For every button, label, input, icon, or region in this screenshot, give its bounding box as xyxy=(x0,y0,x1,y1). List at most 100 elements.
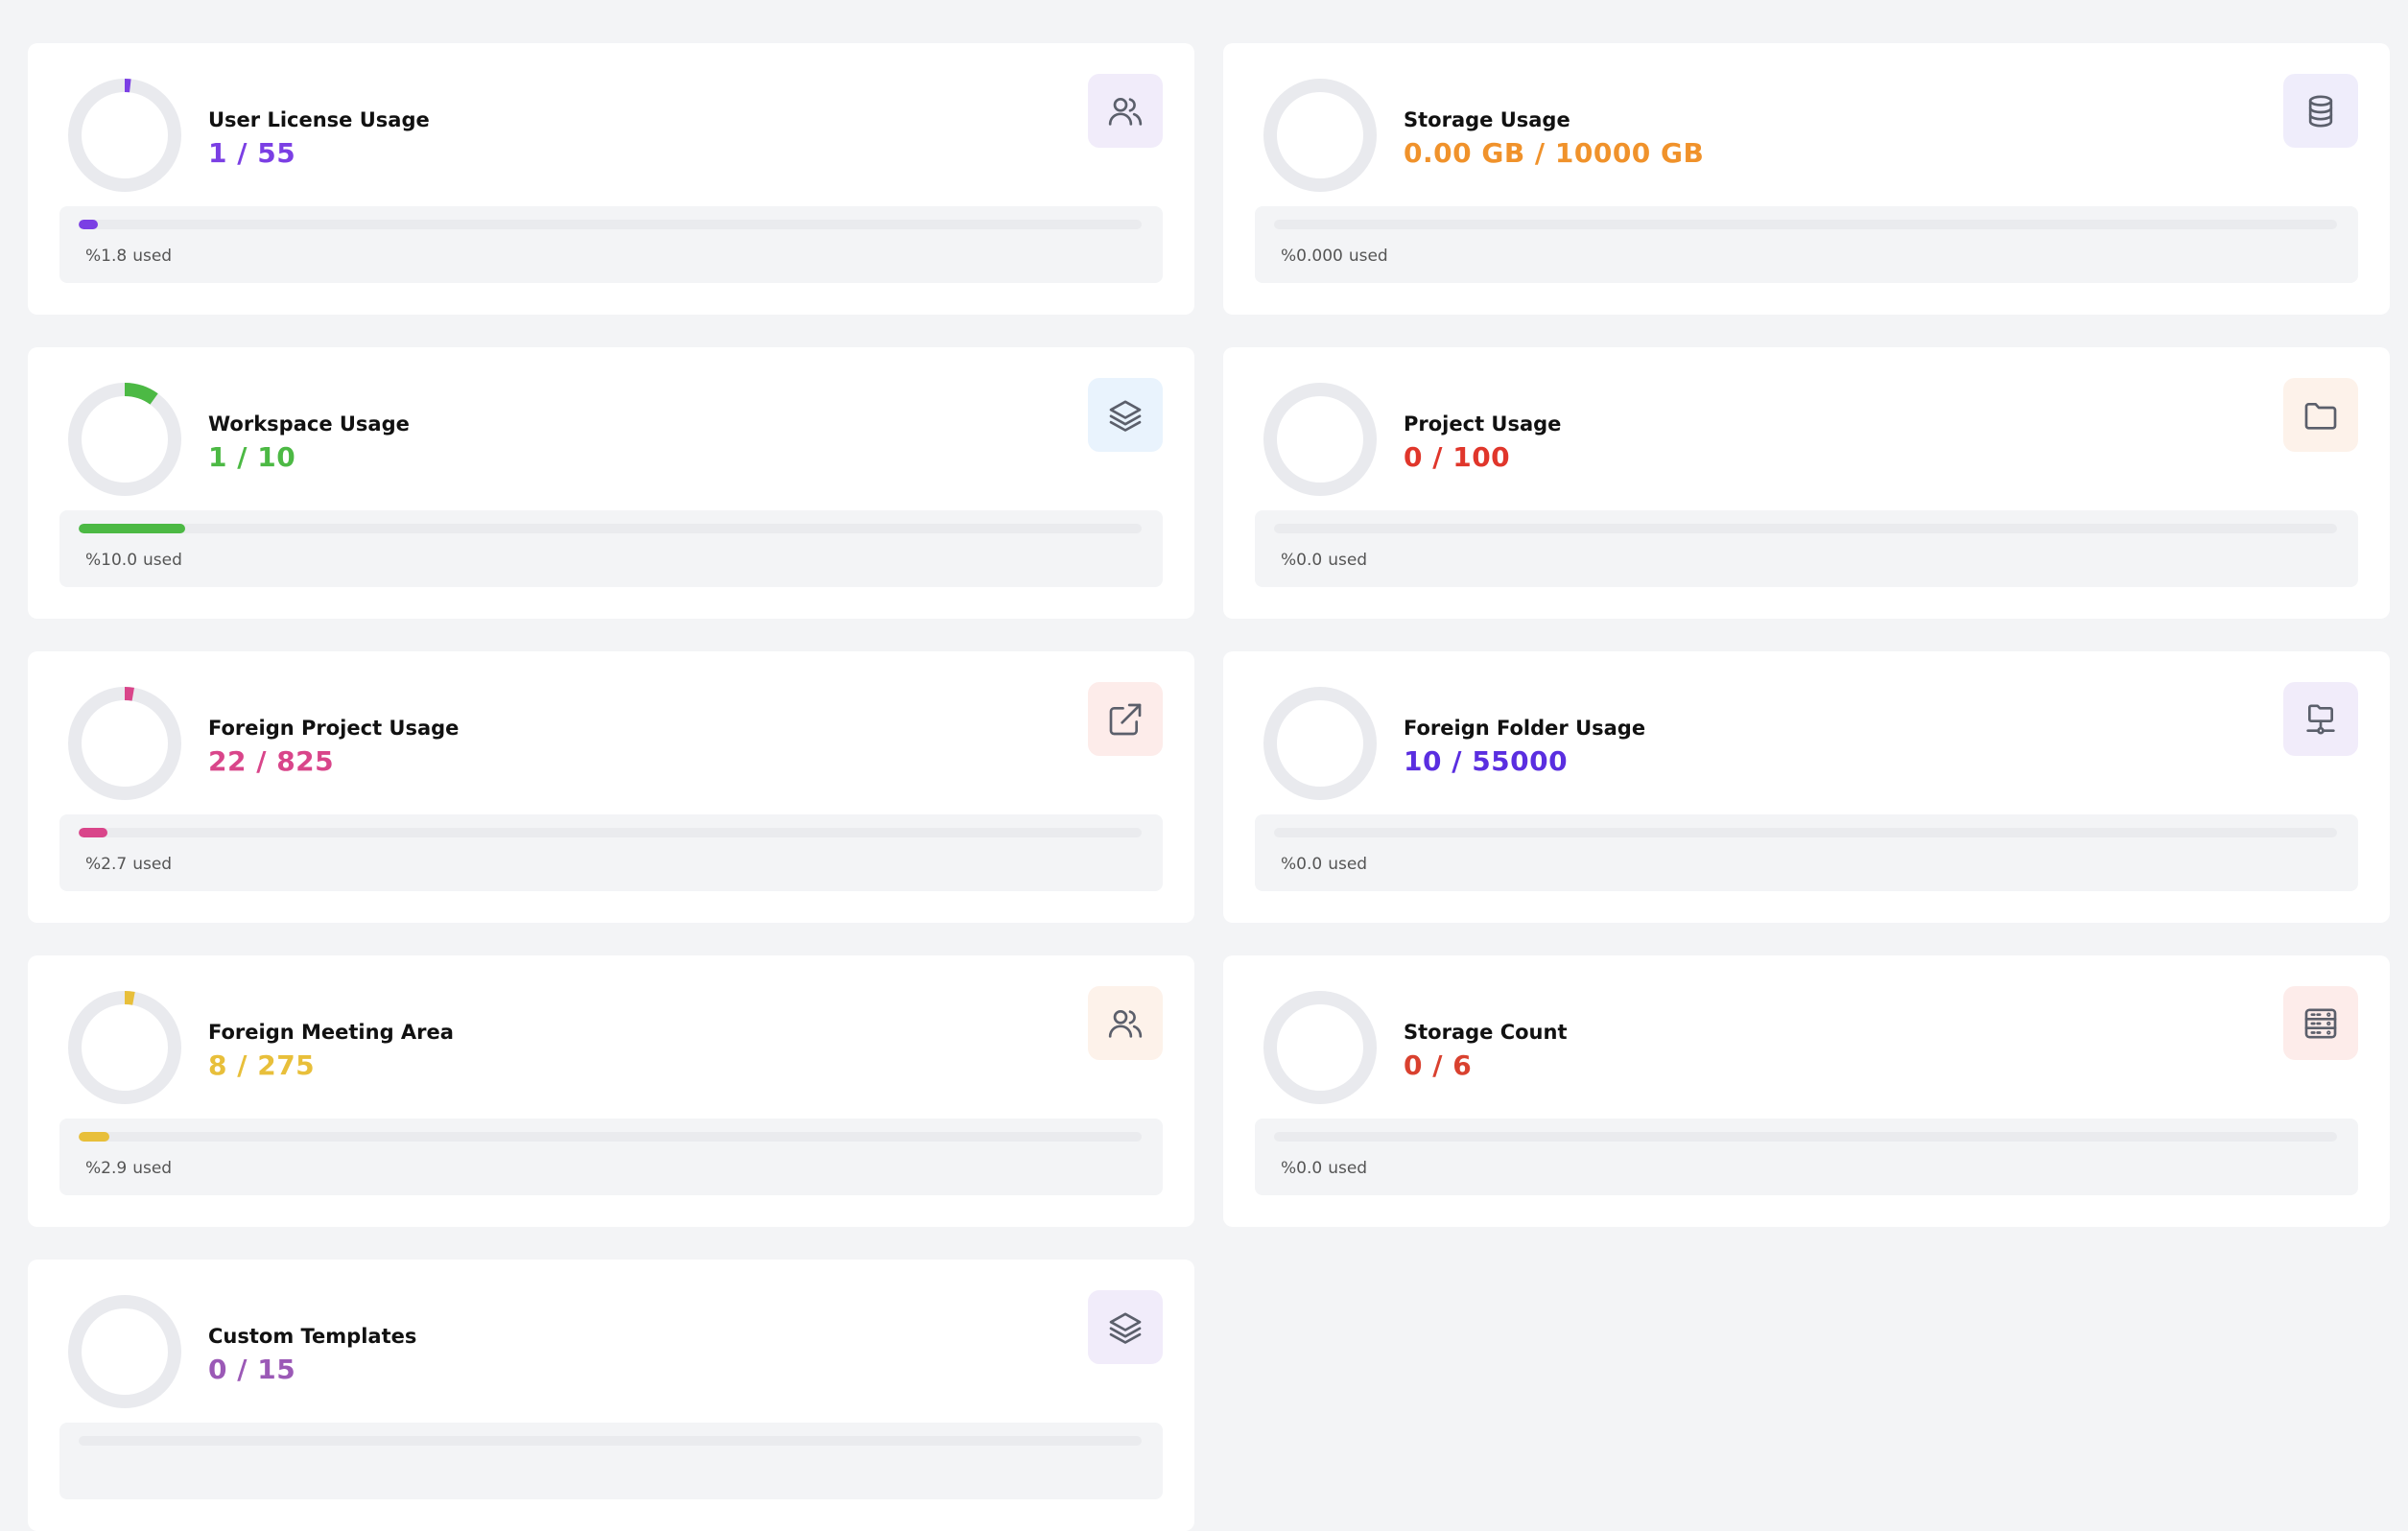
card-value: 10 / 55000 xyxy=(1404,745,1569,777)
usage-donut-chart xyxy=(68,383,181,496)
card-value: 0 / 15 xyxy=(208,1354,296,1385)
progress-track xyxy=(79,828,1142,837)
progress-track xyxy=(79,1132,1142,1142)
usage-card-storage-usage: Storage Usage 0.00 GB / 10000 GB %0.000 u… xyxy=(1223,43,2390,315)
donut-track xyxy=(1263,79,1377,192)
usage-panel: %0.0 used xyxy=(1255,814,2358,891)
card-icon-box xyxy=(2283,74,2358,148)
used-percent: %1.8 xyxy=(85,247,128,266)
usage-card-project-usage: Project Usage 0 / 100 %0.0 used xyxy=(1223,347,2390,619)
external-link-icon xyxy=(1106,700,1145,739)
layers-icon xyxy=(1106,396,1145,435)
used-suffix: used xyxy=(1328,551,1368,570)
used-suffix: used xyxy=(1328,1159,1368,1178)
card-icon-box xyxy=(2283,682,2358,756)
card-value: 0 / 100 xyxy=(1404,441,1511,473)
used-suffix: used xyxy=(132,247,173,266)
card-icon-box xyxy=(2283,986,2358,1060)
used-label: %10.0 used xyxy=(85,551,182,570)
progress-fill xyxy=(79,1132,110,1142)
used-label: %2.9 used xyxy=(85,1159,172,1178)
used-percent: %0.0 xyxy=(1281,855,1323,874)
used-suffix: used xyxy=(132,855,173,874)
usage-donut-chart xyxy=(1263,79,1377,192)
card-icon-box xyxy=(2283,378,2358,452)
progress-track xyxy=(1274,524,2337,533)
donut-track xyxy=(68,991,181,1104)
used-label: %2.7 used xyxy=(85,855,172,874)
usage-card-foreign-folder-usage: Foreign Folder Usage 10 / 55000 %0.0 used xyxy=(1223,651,2390,923)
folder-network-icon xyxy=(2302,700,2340,739)
usage-card-custom-templates: Custom Templates 0 / 15 xyxy=(28,1260,1194,1531)
usage-card-user-license-usage: User License Usage 1 / 55 %1.8 used xyxy=(28,43,1194,315)
used-label: %0.0 used xyxy=(1281,1159,1367,1178)
donut-track xyxy=(68,383,181,496)
usage-panel: %0.0 used xyxy=(1255,510,2358,587)
usage-donut-chart xyxy=(1263,383,1377,496)
donut-track xyxy=(1263,383,1377,496)
usage-donut-chart xyxy=(1263,991,1377,1104)
folder-icon xyxy=(2302,396,2340,435)
used-label: %0.0 used xyxy=(1281,551,1367,570)
progress-fill xyxy=(79,828,107,837)
usage-donut-chart xyxy=(68,1295,181,1408)
used-suffix: used xyxy=(1328,855,1368,874)
usage-panel: %0.0 used xyxy=(1255,1119,2358,1195)
card-title: Project Usage xyxy=(1404,412,1562,436)
usage-panel xyxy=(59,1423,1163,1499)
card-title: Storage Count xyxy=(1404,1021,1568,1044)
usage-donut-chart xyxy=(68,687,181,800)
card-icon-box xyxy=(1088,378,1163,452)
usage-donut-chart xyxy=(68,991,181,1104)
usage-cards-grid: User License Usage 1 / 55 %1.8 used Stora… xyxy=(28,43,2390,1531)
card-title: Workspace Usage xyxy=(208,412,410,436)
donut-track xyxy=(68,1295,181,1408)
progress-track xyxy=(79,220,1142,229)
card-title: Foreign Folder Usage xyxy=(1404,717,1646,740)
layers-icon xyxy=(1106,1308,1145,1347)
usage-card-storage-count: Storage Count 0 / 6 %0.0 used xyxy=(1223,955,2390,1227)
card-icon-box xyxy=(1088,74,1163,148)
usage-panel: %10.0 used xyxy=(59,510,1163,587)
card-title: Storage Usage xyxy=(1404,108,1570,131)
card-icon-box xyxy=(1088,682,1163,756)
card-title: Custom Templates xyxy=(208,1325,417,1348)
card-value: 22 / 825 xyxy=(208,745,335,777)
used-percent: %0.0 xyxy=(1281,551,1323,570)
progress-track xyxy=(1274,220,2337,229)
card-title: Foreign Project Usage xyxy=(208,717,460,740)
used-percent: %10.0 xyxy=(85,551,138,570)
donut-track xyxy=(68,687,181,800)
progress-track xyxy=(79,1436,1142,1446)
progress-track xyxy=(1274,1132,2337,1142)
donut-track xyxy=(1263,991,1377,1104)
card-value: 1 / 55 xyxy=(208,137,296,169)
donut-track xyxy=(68,79,181,192)
usage-panel: %1.8 used xyxy=(59,206,1163,283)
progress-fill xyxy=(79,524,185,533)
card-value: 8 / 275 xyxy=(208,1049,316,1081)
card-title: Foreign Meeting Area xyxy=(208,1021,454,1044)
progress-fill xyxy=(79,220,98,229)
server-icon xyxy=(2302,1004,2340,1043)
usage-panel: %2.9 used xyxy=(59,1119,1163,1195)
database-icon xyxy=(2302,92,2340,130)
used-label: %0.000 used xyxy=(1281,247,1388,266)
usage-donut-chart xyxy=(68,79,181,192)
users-icon xyxy=(1106,1004,1145,1043)
usage-panel: %0.000 used xyxy=(1255,206,2358,283)
progress-track xyxy=(1274,828,2337,837)
card-value: 0.00 GB / 10000 GB xyxy=(1404,137,1705,169)
usage-card-foreign-meeting-area: Foreign Meeting Area 8 / 275 %2.9 used xyxy=(28,955,1194,1227)
card-value: 0 / 6 xyxy=(1404,1049,1473,1081)
used-label: %0.0 used xyxy=(1281,855,1367,874)
usage-card-workspace-usage: Workspace Usage 1 / 10 %10.0 used xyxy=(28,347,1194,619)
used-suffix: used xyxy=(132,1159,173,1178)
card-icon-box xyxy=(1088,986,1163,1060)
progress-track xyxy=(79,524,1142,533)
card-icon-box xyxy=(1088,1290,1163,1364)
users-icon xyxy=(1106,92,1145,130)
used-suffix: used xyxy=(143,551,182,570)
usage-card-foreign-project-usage: Foreign Project Usage 22 / 825 %2.7 used xyxy=(28,651,1194,923)
used-label: %1.8 used xyxy=(85,247,172,266)
